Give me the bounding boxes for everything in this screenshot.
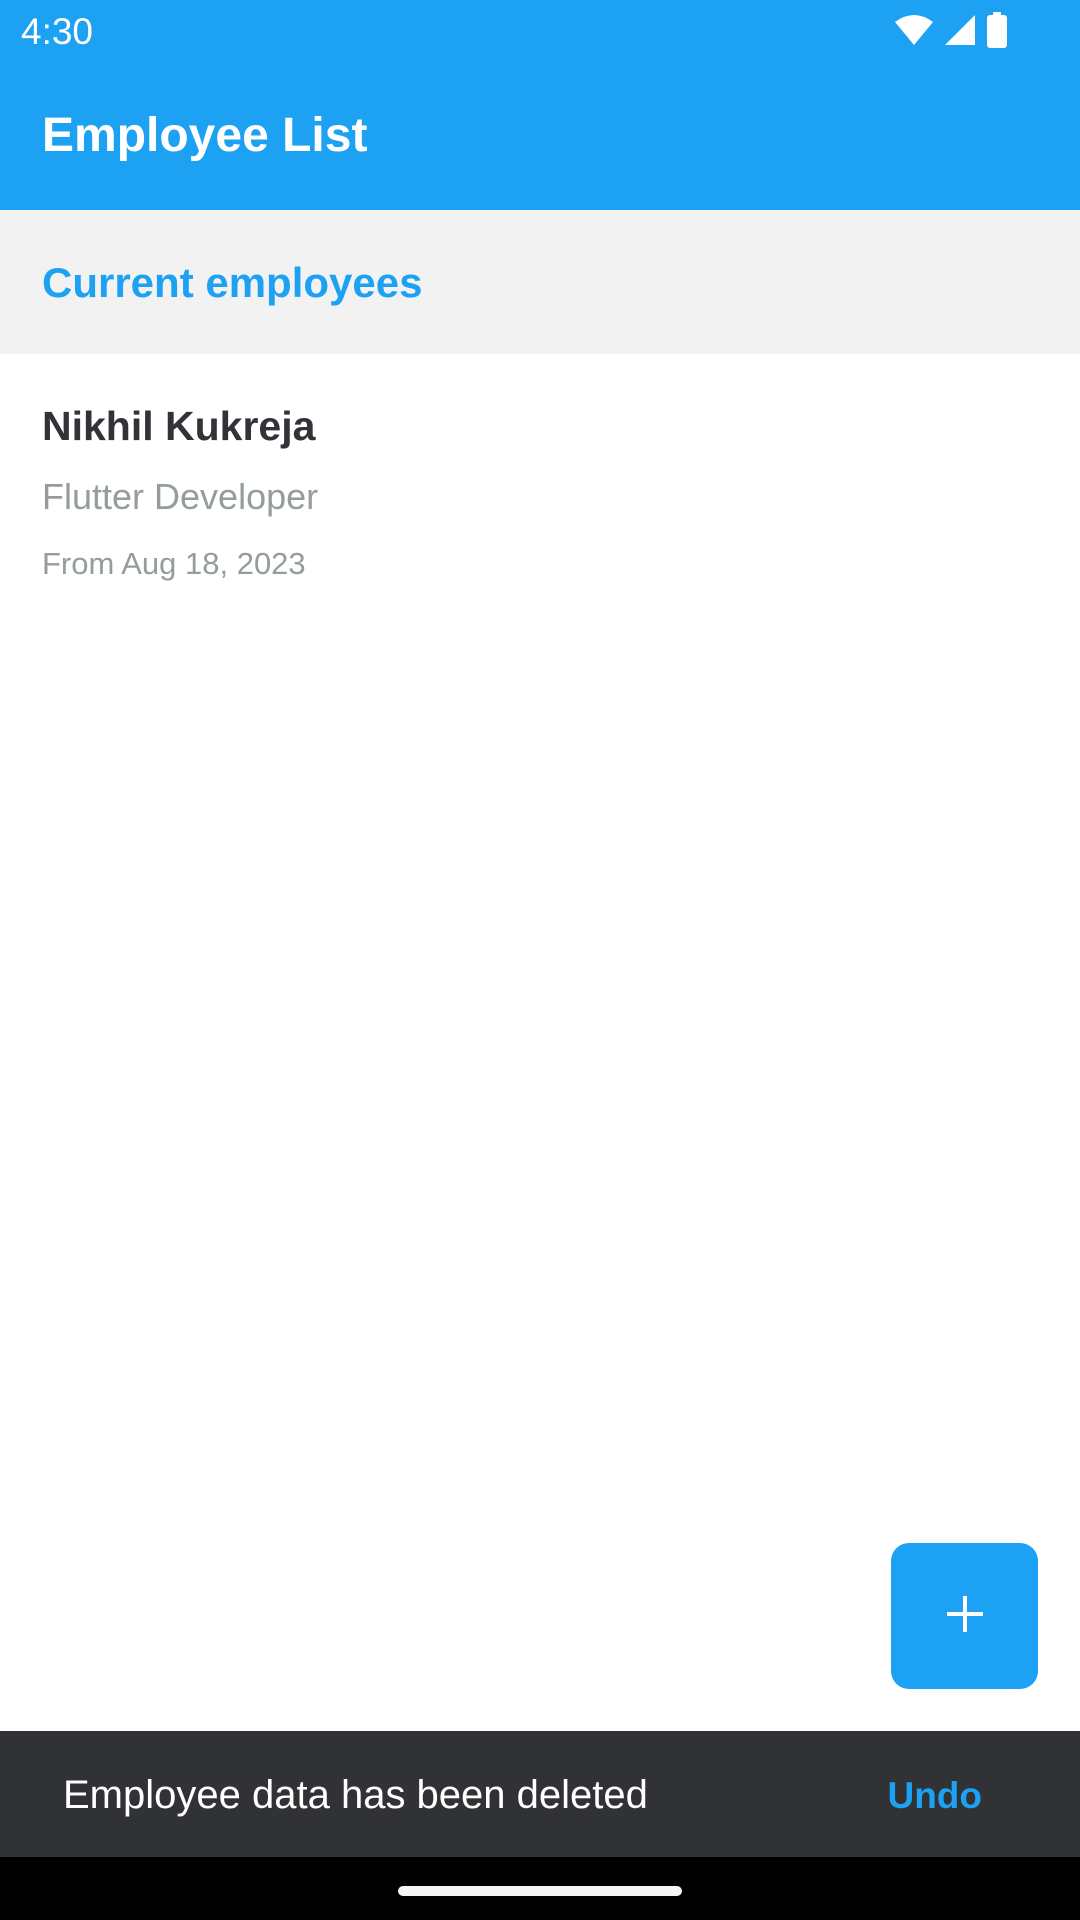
employee-role: Flutter Developer	[42, 476, 319, 517]
home-indicator[interactable]	[398, 1886, 682, 1896]
section-title: Current employees	[42, 259, 423, 306]
employee-date: From Aug 18, 2023	[42, 546, 306, 581]
list-item[interactable]: Nikhil Kukreja Flutter Developer From Au…	[0, 354, 1080, 604]
undo-button[interactable]: Undo	[887, 1773, 982, 1819]
plus-icon	[945, 1594, 985, 1639]
status-bar: 4:30	[0, 0, 1080, 66]
snackbar: Employee data has been deleted Undo	[0, 1731, 1080, 1857]
battery-icon	[986, 12, 1008, 48]
snackbar-message: Employee data has been deleted	[63, 1773, 648, 1817]
employee-name: Nikhil Kukreja	[42, 403, 316, 449]
signal-icon	[944, 14, 976, 46]
status-icons	[894, 12, 1008, 48]
wifi-icon	[894, 14, 934, 46]
app-bar: 4:30 Employee List	[0, 0, 1080, 210]
status-time: 4:30	[21, 11, 94, 52]
section-header: Current employees	[0, 210, 1080, 354]
add-employee-button[interactable]	[891, 1543, 1038, 1689]
app-screen: 4:30 Employee List Current employees Nik…	[0, 0, 1080, 1920]
page-title: Employee List	[42, 109, 368, 162]
system-nav-bar	[0, 1857, 1080, 1920]
